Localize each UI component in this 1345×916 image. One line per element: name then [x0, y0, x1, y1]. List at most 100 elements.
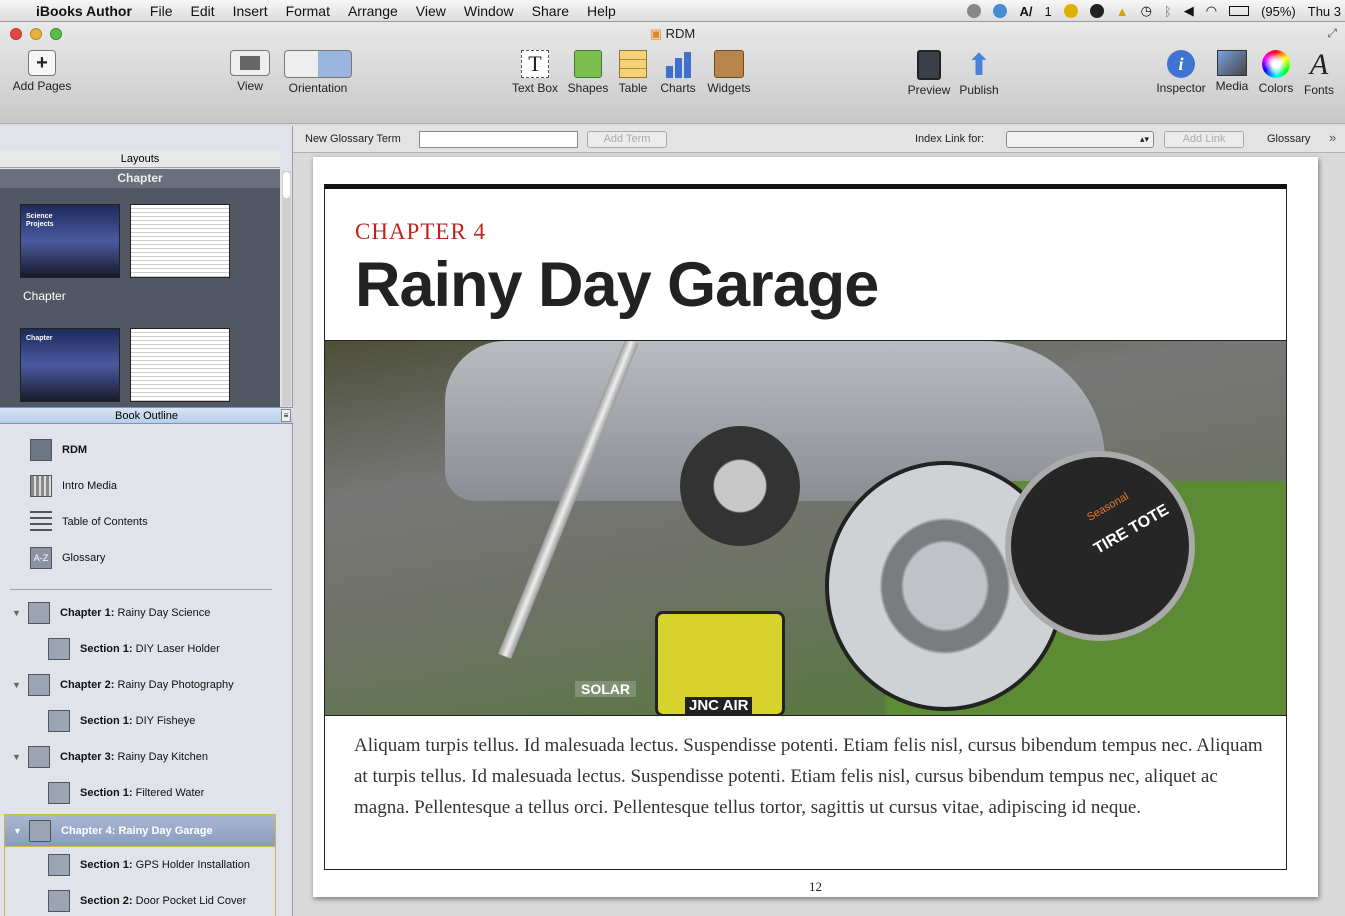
- document-icon: ▣: [649, 26, 663, 41]
- publish-button[interactable]: ⬆ Publish: [956, 49, 1002, 98]
- inspector-button[interactable]: i Inspector: [1154, 50, 1208, 95]
- battery-icon[interactable]: [1229, 6, 1250, 16]
- section-page-icon: [48, 710, 70, 732]
- outline-label: Filtered Water: [135, 787, 205, 799]
- menu-view[interactable]: View: [416, 3, 446, 19]
- disclosure-triangle-icon[interactable]: ▼: [12, 752, 22, 762]
- shapes-button[interactable]: Shapes: [566, 50, 610, 95]
- outline-kind: Section 1:: [80, 643, 133, 655]
- outline-kind: Section 1:: [80, 859, 133, 871]
- outline-item-glossary[interactable]: A-Z Glossary: [0, 543, 280, 573]
- chapter-title[interactable]: Rainy Day Garage: [355, 249, 879, 321]
- outline-chapter-1[interactable]: ▼ Chapter 1: Rainy Day Science: [0, 598, 280, 628]
- shapes-icon: [574, 50, 602, 78]
- add-pages-button[interactable]: + Add Pages: [12, 50, 72, 93]
- outline-label: DIY Fisheye: [135, 715, 196, 727]
- layout-thumb-chapter-text[interactable]: [130, 204, 230, 278]
- outline-section-2-1[interactable]: Section 1: DIY Fisheye: [0, 706, 280, 736]
- glossary-button[interactable]: Glossary: [1267, 133, 1310, 145]
- menu-help[interactable]: Help: [587, 3, 616, 19]
- outline-chapter-3[interactable]: ▼ Chapter 3: Rainy Day Kitchen: [0, 742, 280, 772]
- outline-item-intro-media[interactable]: Intro Media: [0, 471, 280, 501]
- preview-button[interactable]: Preview: [906, 50, 952, 97]
- film-icon: [30, 475, 52, 497]
- chapter-layout-group: Chapter: [0, 169, 280, 188]
- chapter-layout-group-label: Chapter: [117, 171, 163, 185]
- disclosure-triangle-icon[interactable]: ▼: [12, 608, 22, 618]
- widgets-label: Widgets: [707, 81, 751, 95]
- chapter-page-icon: [29, 819, 51, 842]
- outline-section-3-1[interactable]: Section 1: Filtered Water: [0, 778, 280, 808]
- orientation-icon: [284, 50, 352, 78]
- time-machine-icon[interactable]: ◷: [1141, 3, 1152, 19]
- bluetooth-icon[interactable]: ᛒ: [1164, 4, 1172, 19]
- sync-status-icon[interactable]: [993, 4, 1008, 18]
- chapter-number-label[interactable]: CHAPTER 4: [355, 219, 486, 245]
- section-page-icon: [48, 782, 70, 804]
- orientation-control[interactable]: Orientation: [283, 50, 353, 95]
- app-menu[interactable]: iBooks Author: [36, 3, 132, 19]
- layouts-scrollbar[interactable]: [282, 171, 291, 406]
- charts-button[interactable]: Charts: [658, 50, 698, 95]
- view-button[interactable]: View: [226, 50, 274, 93]
- outline-options-icon[interactable]: ≡: [281, 409, 291, 422]
- colors-button[interactable]: Colors: [1256, 50, 1296, 95]
- outline-section-4-2[interactable]: Section 2: Door Pocket Lid Cover: [0, 886, 280, 916]
- layouts-header: Layouts: [0, 151, 280, 168]
- outline-chapter-2[interactable]: ▼ Chapter 2: Rainy Day Photography: [0, 670, 280, 700]
- table-label: Table: [618, 81, 648, 95]
- outline-section-4-1[interactable]: Section 1: GPS Holder Installation: [0, 850, 280, 880]
- menu-window[interactable]: Window: [464, 3, 514, 19]
- menu-insert[interactable]: Insert: [233, 3, 268, 19]
- chapter-body-text[interactable]: Aliquam turpis tellus. Id malesuada lect…: [354, 730, 1264, 823]
- adobe-status-icon[interactable]: A/: [1019, 4, 1032, 19]
- index-link-select[interactable]: ▴▾: [1006, 131, 1154, 148]
- chevron-right-icon[interactable]: »: [1329, 130, 1336, 145]
- volume-icon[interactable]: ◀: [1184, 3, 1194, 19]
- menu-edit[interactable]: Edit: [190, 3, 214, 19]
- preview-label: Preview: [907, 83, 951, 97]
- hat-status-icon[interactable]: [1089, 4, 1104, 18]
- add-link-button[interactable]: Add Link: [1164, 131, 1244, 148]
- widgets-icon: [714, 50, 744, 78]
- outline-item-rdm[interactable]: RDM: [0, 435, 280, 465]
- outline-label: Table of Contents: [62, 516, 148, 528]
- menu-file[interactable]: File: [150, 3, 173, 19]
- menu-share[interactable]: Share: [532, 3, 569, 19]
- add-pages-label: Add Pages: [12, 79, 72, 93]
- section-page-icon: [48, 890, 70, 912]
- outline-divider: [10, 589, 272, 590]
- menubar-clock[interactable]: Thu 3: [1308, 4, 1341, 19]
- disclosure-triangle-icon[interactable]: ▼: [13, 826, 23, 836]
- glossary-term-input[interactable]: [419, 131, 578, 148]
- orientation-label: Orientation: [288, 81, 348, 95]
- disclosure-triangle-icon[interactable]: ▼: [12, 680, 22, 690]
- wifi-icon[interactable]: ◠: [1206, 3, 1217, 19]
- fullscreen-icon[interactable]: ⤢: [1327, 26, 1337, 41]
- add-term-button[interactable]: Add Term: [587, 131, 667, 148]
- layout-thumb-chapter-cover[interactable]: Science Projects: [20, 204, 120, 278]
- outline-item-toc[interactable]: Table of Contents: [0, 507, 280, 537]
- layout-thumb-chapter2-text[interactable]: [130, 328, 230, 402]
- chat-status-icon[interactable]: [967, 4, 982, 18]
- window-title-text: RDM: [665, 26, 696, 41]
- menu-format[interactable]: Format: [286, 3, 330, 19]
- fonts-button[interactable]: A Fonts: [1300, 48, 1338, 97]
- book-page[interactable]: CHAPTER 4 Rainy Day Garage Seasonal TIRE…: [313, 157, 1318, 897]
- table-icon: [619, 50, 647, 78]
- section-page-icon: [48, 854, 70, 876]
- moon-status-icon[interactable]: [1063, 4, 1078, 18]
- widgets-button[interactable]: Widgets: [704, 50, 754, 95]
- menu-arrange[interactable]: Arrange: [348, 3, 398, 19]
- text-box-button[interactable]: T Text Box: [508, 50, 562, 95]
- media-button[interactable]: Media: [1212, 50, 1252, 93]
- outline-chapter-4-selected[interactable]: ▼ Chapter 4: Rainy Day Garage: [4, 814, 276, 847]
- outline-section-1-1[interactable]: Section 1: DIY Laser Holder: [0, 634, 280, 664]
- layout-thumb-chapter2-cover[interactable]: Chapter: [20, 328, 120, 402]
- outline-label: GPS Holder Installation: [135, 859, 250, 871]
- warning-icon[interactable]: ▲: [1116, 4, 1129, 19]
- shapes-label: Shapes: [567, 81, 609, 95]
- table-button[interactable]: Table: [614, 50, 652, 95]
- outline-kind: Section 1:: [80, 787, 133, 799]
- chapter-photo[interactable]: Seasonal TIRE TOTE JNC AIR SOLAR: [325, 340, 1286, 716]
